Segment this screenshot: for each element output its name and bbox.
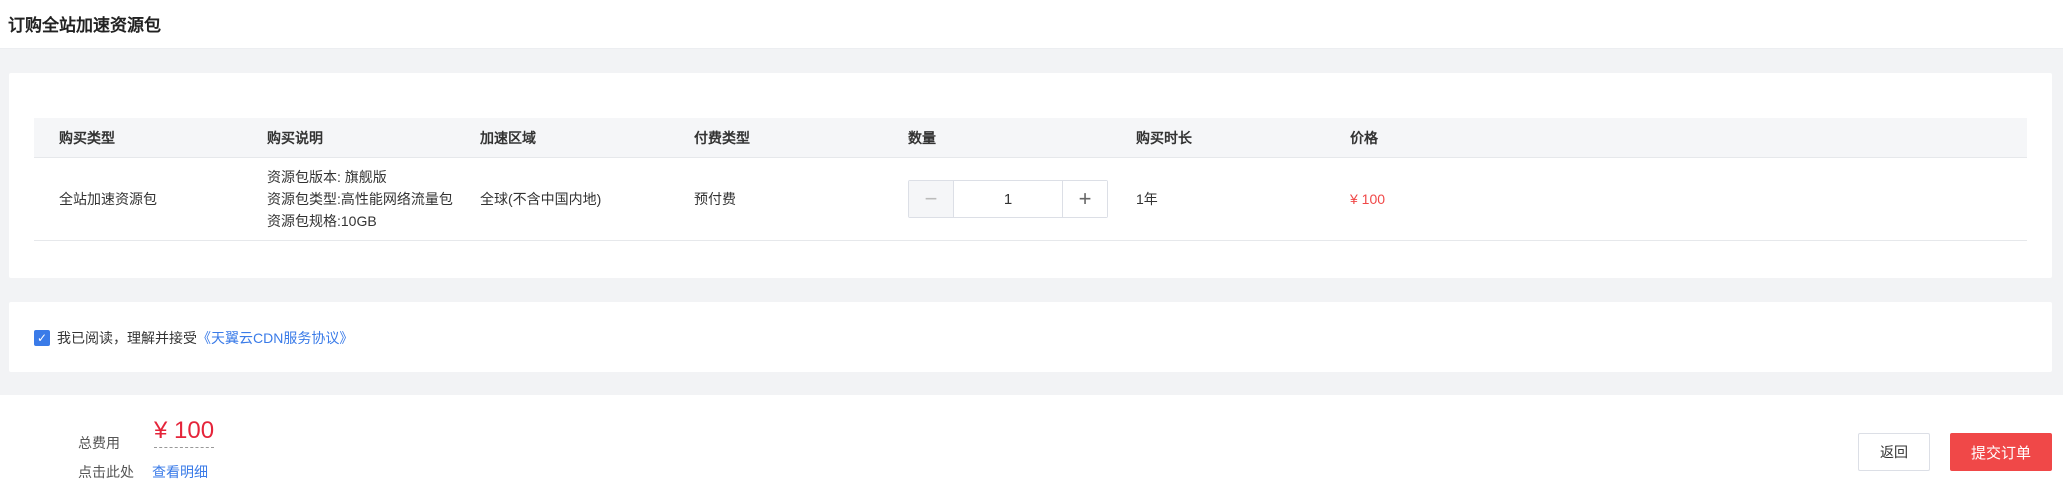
desc-spec: 资源包规格:10GB xyxy=(267,213,377,229)
decrease-button[interactable]: − xyxy=(909,181,954,217)
total-label: 总费用 xyxy=(78,435,120,451)
plus-icon: + xyxy=(1078,186,1092,211)
detail-prefix: 点击此处 xyxy=(78,464,134,480)
agreement-text: 我已阅读，理解并接受 xyxy=(57,330,197,346)
column-header-price: 价格 xyxy=(1325,118,2027,158)
submit-order-button[interactable]: 提交订单 xyxy=(1950,433,2052,471)
cell-quantity: − + xyxy=(883,157,1111,241)
page-title: 订购全站加速资源包 xyxy=(8,16,161,35)
minus-icon: − xyxy=(924,186,938,211)
total-value[interactable]: ¥ 100 xyxy=(154,417,215,448)
table-header-row: 购买类型 购买说明 加速区域 付费类型 数量 购买时长 价格 xyxy=(34,118,2027,158)
increase-button[interactable]: + xyxy=(1062,181,1107,217)
column-header-region: 加速区域 xyxy=(455,118,669,158)
cell-region: 全球(不含中国内地) xyxy=(455,157,669,241)
column-header-quantity: 数量 xyxy=(883,118,1111,158)
cell-duration: 1年 xyxy=(1111,157,1325,241)
cell-type: 全站加速资源包 xyxy=(34,157,242,241)
column-header-type: 购买类型 xyxy=(34,118,242,158)
page-header: 订购全站加速资源包 xyxy=(0,0,2063,49)
order-table: 购买类型 购买说明 加速区域 付费类型 数量 购买时长 价格 全站加速资源包 资… xyxy=(34,118,2027,241)
quantity-stepper: − + xyxy=(908,180,1108,218)
desc-package-type: 资源包类型:高性能网络流量包 xyxy=(267,191,453,207)
agreement-link[interactable]: 《天翼云CDN服务协议》 xyxy=(197,328,353,348)
column-header-duration: 购买时长 xyxy=(1111,118,1325,158)
desc-version: 资源包版本: 旗舰版 xyxy=(267,169,387,185)
agreement-row: ✓ 我已阅读，理解并接受 《天翼云CDN服务协议》 xyxy=(34,328,353,348)
table-row: 全站加速资源包 资源包版本: 旗舰版 资源包类型:高性能网络流量包 资源包规格:… xyxy=(34,157,2027,241)
agreement-checkbox[interactable]: ✓ xyxy=(34,330,50,346)
back-button[interactable]: 返回 xyxy=(1858,433,1930,471)
column-header-pay-type: 付费类型 xyxy=(669,118,883,158)
order-footer: 总费用 ¥ 100 点击此处 查看明细 返回 提交订单 xyxy=(0,395,2063,499)
cell-price: ¥ 100 xyxy=(1325,157,2027,241)
quantity-input[interactable] xyxy=(954,181,1062,217)
column-header-desc: 购买说明 xyxy=(242,118,455,158)
view-detail-link[interactable]: 查看明细 xyxy=(152,462,208,482)
check-icon: ✓ xyxy=(36,331,48,345)
cell-pay-type: 预付费 xyxy=(669,157,883,241)
order-card: 购买类型 购买说明 加速区域 付费类型 数量 购买时长 价格 全站加速资源包 资… xyxy=(9,73,2052,278)
agreement-card: ✓ 我已阅读，理解并接受 《天翼云CDN服务协议》 xyxy=(9,302,2052,372)
cell-desc: 资源包版本: 旗舰版 资源包类型:高性能网络流量包 资源包规格:10GB xyxy=(242,157,455,241)
